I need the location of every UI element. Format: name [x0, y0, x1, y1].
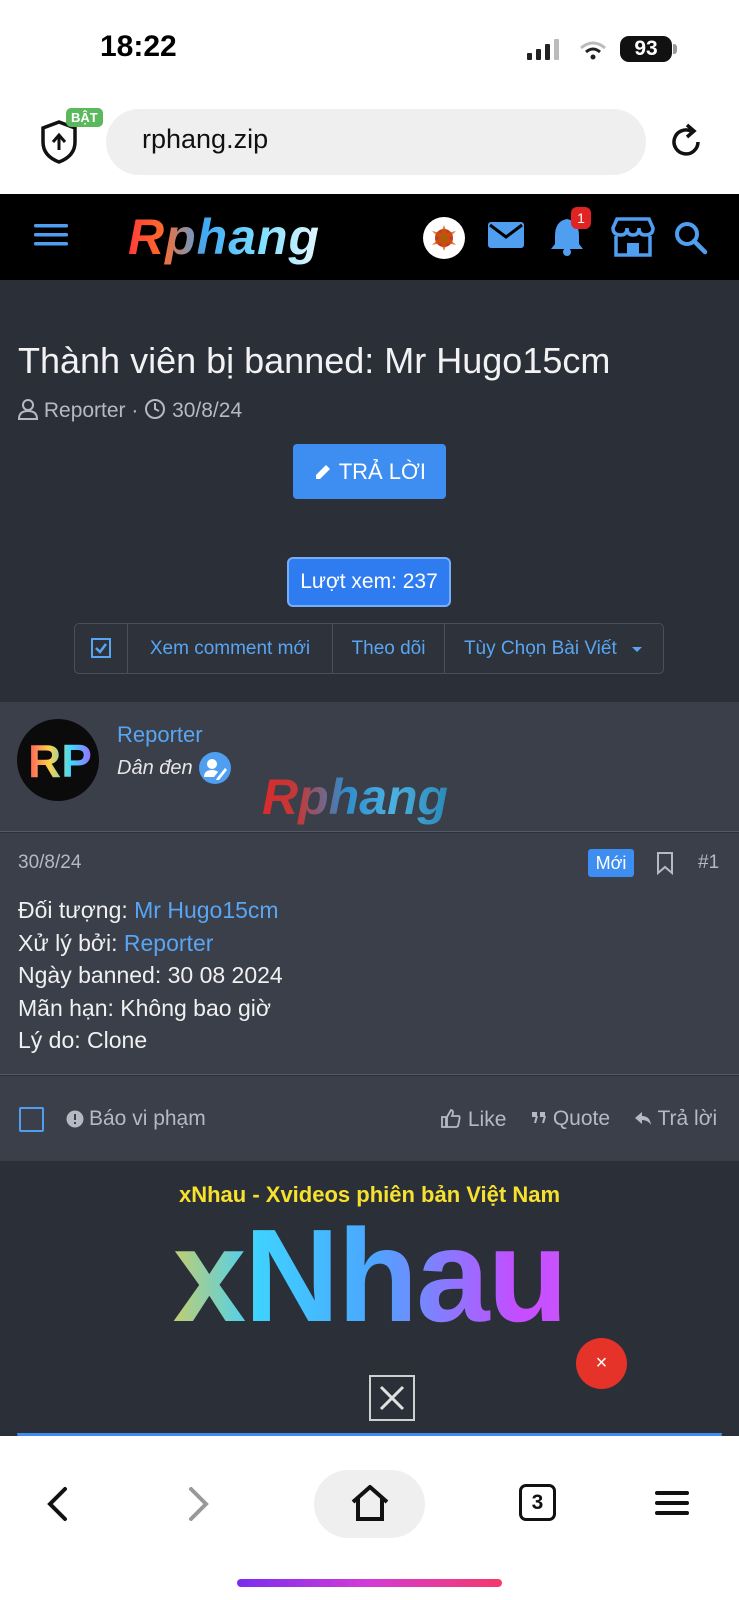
post-line-expiry: Mãn hạn: Không bao giờ — [18, 995, 271, 1021]
user-edit-icon — [204, 759, 227, 780]
post-reply-button[interactable]: Trả lời — [634, 1107, 717, 1131]
handler-label: Xử lý bởi: — [18, 930, 124, 956]
post-username[interactable]: Reporter — [117, 722, 203, 748]
follow-link[interactable]: Theo dõi — [333, 624, 445, 673]
post-line-reason: Lý do: Clone — [18, 1027, 148, 1053]
menu-icon[interactable] — [34, 222, 68, 248]
back-icon[interactable] — [44, 1486, 70, 1522]
thread-title: Thành viên bị banned: Mr Hugo15cm — [18, 340, 611, 381]
thread-meta: Reporter · 30/8/24 — [17, 398, 243, 423]
post-user-role: Dân đen — [117, 757, 193, 779]
handler-link[interactable]: Reporter — [124, 930, 213, 956]
thread-options-dropdown[interactable]: Tùy Chọn Bài Viết — [445, 624, 663, 673]
post-line-target: Đối tượng: Mr Hugo15cm — [18, 897, 279, 924]
thread-options-label: Tùy Chọn Bài Viết — [463, 638, 617, 659]
close-icon — [379, 1385, 405, 1411]
target-link[interactable]: Mr Hugo15cm — [134, 897, 278, 923]
select-checkbox[interactable] — [75, 624, 128, 673]
ad-close-button[interactable]: × — [576, 1338, 627, 1389]
thread-date: 30/8/24 — [172, 399, 243, 422]
meta-separator: · — [131, 399, 145, 422]
bookmark-icon[interactable] — [656, 851, 674, 875]
thread-toolbar: Xem comment mới Theo dõi Tùy Chọn Bài Vi… — [74, 623, 664, 674]
quote-icon — [532, 1112, 546, 1124]
home-indicator — [237, 1579, 502, 1587]
pencil-icon — [315, 465, 330, 479]
notification-badge: 1 — [571, 207, 591, 229]
forward-icon[interactable] — [186, 1486, 212, 1522]
site-logo[interactable]: Rphang — [128, 208, 320, 266]
post-number[interactable]: #1 — [698, 852, 719, 874]
checkbox-icon — [91, 638, 111, 658]
reload-icon[interactable] — [667, 122, 707, 162]
battery-indicator: 93 — [620, 36, 672, 62]
post-date[interactable]: 30/8/24 — [18, 852, 81, 874]
store-icon[interactable] — [609, 216, 657, 258]
like-button[interactable]: Like — [440, 1107, 506, 1132]
status-time: 18:22 — [100, 30, 177, 63]
clock-icon — [145, 399, 166, 419]
reply-button-label: TRẢ LỜI — [338, 459, 427, 484]
like-label: Like — [467, 1108, 507, 1131]
user-icon — [17, 399, 39, 420]
url-text[interactable]: rphang.zip — [142, 124, 268, 155]
battery-tip — [673, 44, 677, 54]
thumbs-up-icon — [441, 1109, 461, 1128]
tabs-button[interactable]: 3 — [519, 1484, 556, 1521]
ad-logo[interactable]: xNhau — [0, 1200, 739, 1351]
flower-icon — [432, 225, 456, 251]
post-line-ban-date: Ngày banned: 30 08 2024 — [18, 962, 283, 988]
views-counter: Lượt xem: 237 — [287, 557, 451, 607]
reply-arrow-icon — [635, 1112, 651, 1125]
caret-down-icon — [632, 647, 643, 652]
wifi-icon — [580, 41, 606, 60]
post-select-checkbox[interactable] — [19, 1107, 44, 1132]
user-avatar[interactable] — [423, 217, 465, 259]
search-icon[interactable] — [674, 221, 708, 255]
home-icon — [351, 1485, 389, 1521]
mail-icon[interactable] — [487, 221, 525, 249]
shield-status-badge: BẬT — [66, 108, 103, 127]
thread-author[interactable]: Reporter — [44, 399, 126, 422]
reply-button[interactable]: TRẢ LỜI — [293, 444, 446, 499]
new-badge: Mới — [588, 849, 634, 877]
alert-icon — [66, 1110, 84, 1128]
post-avatar-initials: RP — [28, 735, 92, 787]
browser-menu-icon[interactable] — [655, 1490, 689, 1516]
quote-label: Quote — [552, 1107, 611, 1130]
target-label: Đối tượng: — [18, 897, 135, 923]
close-box-button[interactable] — [369, 1375, 415, 1421]
post-reply-label: Trả lời — [657, 1107, 718, 1130]
new-comments-link[interactable]: Xem comment mới — [128, 624, 333, 673]
post-watermark: Rphang — [262, 769, 449, 825]
report-link[interactable]: Báo vi phạm — [89, 1107, 206, 1131]
quote-button[interactable]: Quote — [531, 1107, 610, 1131]
post-line-handler: Xử lý bởi: Reporter — [18, 930, 213, 957]
cellular-signal-icon — [527, 39, 559, 60]
role-badge — [199, 752, 231, 784]
